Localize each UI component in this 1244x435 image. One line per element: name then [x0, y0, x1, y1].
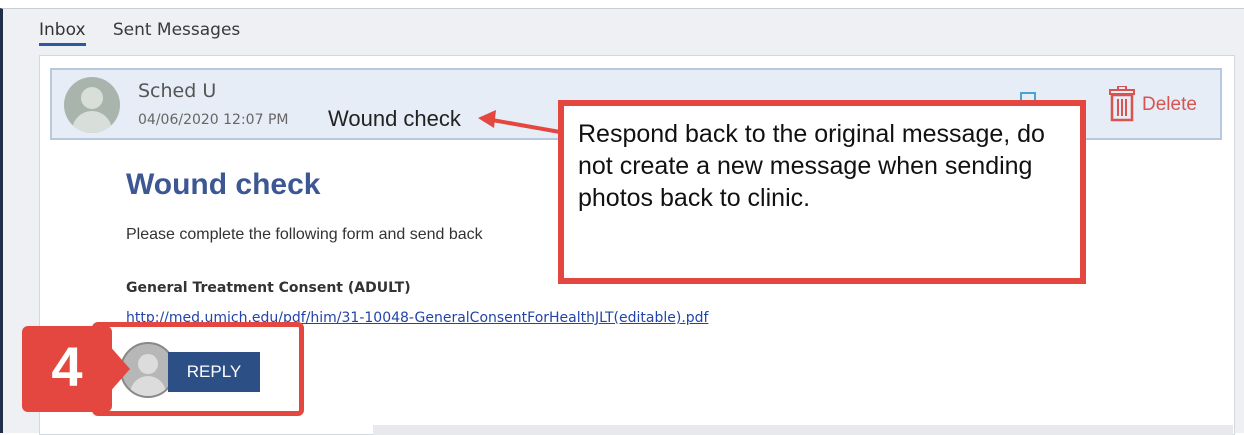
callout-arrow-icon — [478, 110, 561, 134]
message-datetime: 04/06/2020 12:07 PM — [138, 112, 289, 128]
message-subject: Wound check — [328, 106, 461, 131]
tab-sent-messages[interactable]: Sent Messages — [113, 20, 240, 43]
step-badge: 4 — [22, 326, 130, 412]
sender-name: Sched U — [138, 80, 217, 102]
trash-icon[interactable] — [1108, 86, 1136, 122]
sender-avatar — [64, 77, 120, 133]
tab-inbox[interactable]: Inbox — [39, 20, 86, 46]
reply-button[interactable]: REPLY — [168, 352, 260, 392]
consent-form-label: General Treatment Consent (ADULT) — [126, 280, 411, 296]
delete-button[interactable]: Delete — [1142, 94, 1197, 116]
step-number: 4 — [51, 335, 83, 398]
message-body-text: Please complete the following form and s… — [126, 226, 483, 243]
message-tabs: Inbox Sent Messages — [39, 19, 262, 46]
instruction-callout: Respond back to the original message, do… — [558, 100, 1086, 284]
bottom-divider — [373, 425, 1233, 435]
message-title: Wound check — [126, 168, 321, 201]
